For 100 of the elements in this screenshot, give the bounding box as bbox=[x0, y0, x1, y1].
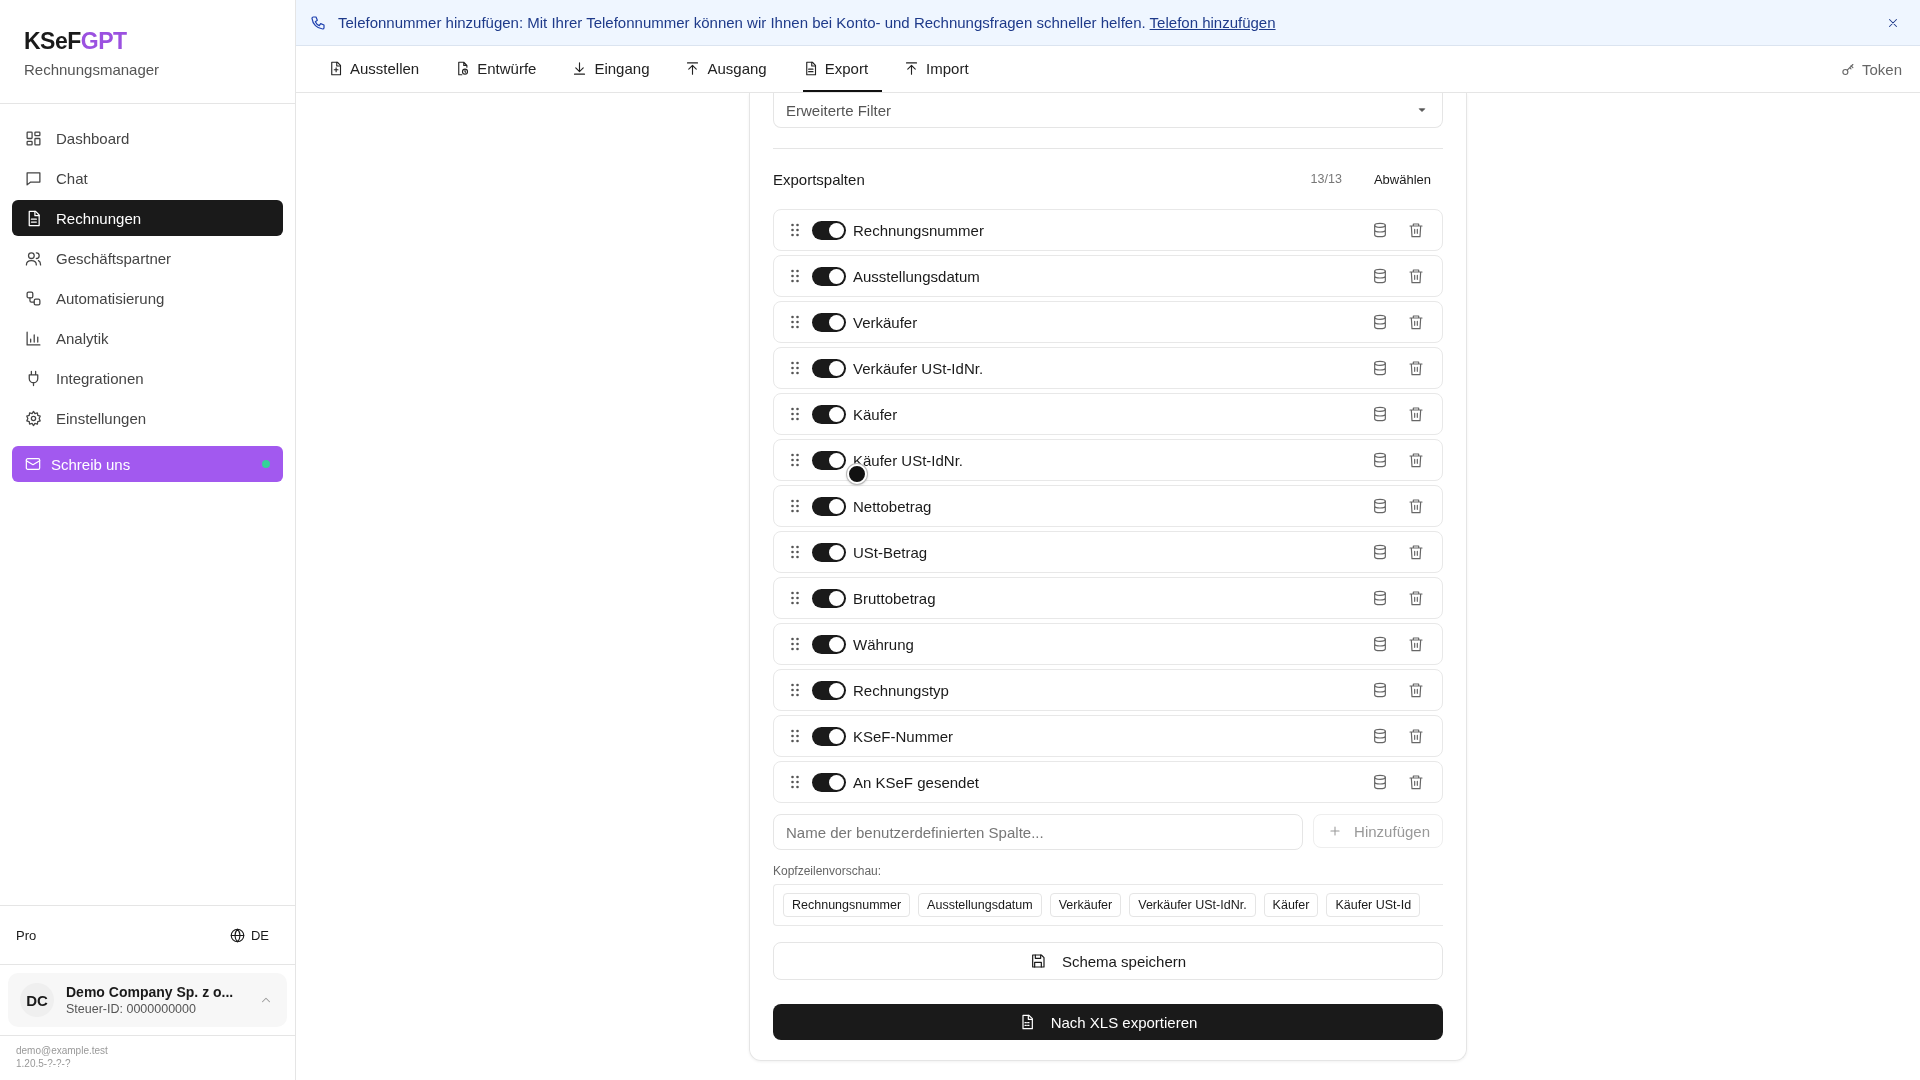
section-title: Exportspalten bbox=[773, 170, 865, 188]
drag-handle-icon[interactable] bbox=[790, 775, 800, 789]
drag-handle-icon[interactable] bbox=[790, 683, 800, 697]
trash-icon bbox=[1408, 728, 1424, 744]
toggle-switch[interactable] bbox=[812, 404, 846, 424]
database-icon bbox=[1372, 774, 1388, 790]
grid-icon bbox=[25, 129, 42, 147]
toggle-switch[interactable] bbox=[812, 450, 846, 470]
nav-item[interactable]: Analytik bbox=[12, 320, 283, 356]
toggle-switch[interactable] bbox=[812, 358, 846, 378]
database-icon bbox=[1372, 360, 1388, 376]
drag-handle-icon[interactable] bbox=[790, 453, 800, 467]
preview-label: Kopfzeilenvorschau: bbox=[773, 864, 883, 878]
drag-handle-icon[interactable] bbox=[790, 729, 800, 743]
nav-item[interactable]: Rechnungen bbox=[12, 200, 283, 236]
database-icon bbox=[1372, 498, 1388, 514]
tab[interactable]: Export bbox=[802, 46, 883, 92]
header-chip: Verkäufer USt-IdNr. bbox=[1129, 893, 1256, 917]
column-name: Rechnungsnummer bbox=[853, 221, 984, 239]
drag-handle-icon[interactable] bbox=[790, 591, 800, 605]
trash-icon bbox=[1408, 590, 1424, 606]
trash-icon bbox=[1408, 406, 1424, 422]
column-name: Bruttobetrag bbox=[853, 589, 936, 607]
drag-handle-icon[interactable] bbox=[790, 545, 800, 559]
database-icon bbox=[1372, 452, 1388, 468]
drag-handle-icon[interactable] bbox=[790, 361, 800, 375]
drag-handle-icon[interactable] bbox=[790, 637, 800, 651]
deselect-button[interactable]: Abwählen bbox=[1361, 167, 1443, 191]
toggle-switch[interactable] bbox=[812, 496, 846, 516]
column-name: Ausstellungsdatum bbox=[853, 267, 980, 285]
nav-item[interactable]: Automatisierung bbox=[12, 280, 283, 316]
nav-item[interactable]: Geschäftspartner bbox=[12, 240, 283, 276]
trash-icon bbox=[1408, 774, 1424, 790]
column-name: KSeF-Nummer bbox=[853, 727, 953, 745]
tab[interactable]: Eingang bbox=[572, 46, 664, 92]
toggle-switch[interactable] bbox=[812, 542, 846, 562]
toggle-switch[interactable] bbox=[812, 726, 846, 746]
phone-icon bbox=[310, 14, 326, 31]
column-name-field[interactable]: Name der benutzerdefinierten Spalte... bbox=[773, 814, 1304, 850]
toggle-switch[interactable] bbox=[812, 266, 846, 286]
column-count: 13/13 bbox=[1310, 172, 1342, 186]
drag-handle-icon[interactable] bbox=[790, 407, 800, 421]
bar-chart-icon bbox=[25, 329, 42, 347]
tab[interactable]: Ausstellen bbox=[328, 46, 434, 92]
nav-item[interactable]: Einstellungen bbox=[12, 400, 283, 436]
cursor-icon bbox=[847, 464, 867, 484]
download-icon bbox=[572, 60, 588, 76]
banner-message: Telefonnummer hinzufügen: Mit Ihrer Telefonnummer können wir Ihnen bei Konto- und Rechnungsfragen schneller helfen. Telefon hinzufügen bbox=[338, 14, 1277, 31]
file-plus-icon bbox=[328, 60, 343, 76]
database-icon bbox=[1372, 636, 1388, 652]
contact-button[interactable]: Schreib uns bbox=[12, 446, 283, 482]
add-phone-link[interactable]: Telefon hinzufügen bbox=[1149, 14, 1276, 31]
database-icon bbox=[1372, 314, 1388, 330]
people-icon bbox=[25, 249, 42, 267]
nav-item[interactable]: Integrationen bbox=[12, 360, 283, 396]
column-name: Währung bbox=[853, 635, 914, 653]
nav-item[interactable]: Chat bbox=[12, 160, 283, 196]
chat-bubble-icon bbox=[25, 169, 42, 187]
app-subtitle: Rechnungsmanager bbox=[24, 61, 160, 78]
tab[interactable]: Import bbox=[904, 46, 983, 92]
column-name: Käufer bbox=[853, 405, 898, 423]
column-name: An KSeF gesendet bbox=[853, 773, 979, 791]
trash-icon bbox=[1408, 360, 1424, 376]
language-button[interactable]: DE bbox=[229, 927, 269, 943]
filter-dropdown[interactable]: Erweiterte Filter bbox=[773, 93, 1443, 128]
trash-icon bbox=[1408, 268, 1424, 284]
toggle-switch[interactable] bbox=[812, 588, 846, 608]
column-name: Verkäufer bbox=[853, 313, 918, 331]
tab[interactable]: Entwürfe bbox=[455, 46, 551, 92]
database-icon bbox=[1372, 222, 1388, 238]
header-chip: Verkäufer bbox=[1049, 893, 1122, 917]
nav-item[interactable]: Dashboard bbox=[12, 120, 283, 156]
avatar: DC bbox=[20, 983, 54, 1017]
trash-icon bbox=[1408, 682, 1424, 698]
drag-handle-icon[interactable] bbox=[790, 315, 800, 329]
settings-icon bbox=[25, 409, 42, 427]
toggle-switch[interactable] bbox=[812, 772, 846, 792]
header-chip: Rechnungsnummer bbox=[783, 893, 911, 917]
toggle-switch[interactable] bbox=[812, 220, 846, 240]
toggle-switch[interactable] bbox=[812, 634, 846, 654]
drag-handle-icon[interactable] bbox=[790, 269, 800, 283]
tab[interactable]: Ausgang bbox=[685, 46, 781, 92]
toggle-switch[interactable] bbox=[812, 312, 846, 332]
globe-icon bbox=[229, 927, 245, 943]
connected-squares-icon bbox=[25, 289, 42, 307]
column-name: Rechnungstyp bbox=[853, 681, 949, 699]
token-button[interactable]: Token bbox=[1840, 46, 1902, 92]
document-icon bbox=[455, 60, 471, 76]
header-chip: Käufer USt-Id bbox=[1326, 893, 1421, 917]
drag-handle-icon[interactable] bbox=[790, 499, 800, 513]
key-icon bbox=[1840, 61, 1856, 77]
column-name: Nettobetrag bbox=[853, 497, 932, 515]
export-button[interactable]: Nach XLS exportieren bbox=[773, 1004, 1443, 1040]
toggle-switch[interactable] bbox=[812, 680, 846, 700]
trash-icon bbox=[1408, 452, 1424, 468]
drag-handle-icon[interactable] bbox=[790, 223, 800, 237]
save-schema-button[interactable]: Schema speichern bbox=[773, 942, 1443, 980]
database-icon bbox=[1372, 544, 1388, 560]
account-switcher[interactable]: DC Demo Company Sp. z o... Steuer-ID: 0000000000 bbox=[8, 973, 287, 1027]
database-icon bbox=[1372, 268, 1388, 284]
